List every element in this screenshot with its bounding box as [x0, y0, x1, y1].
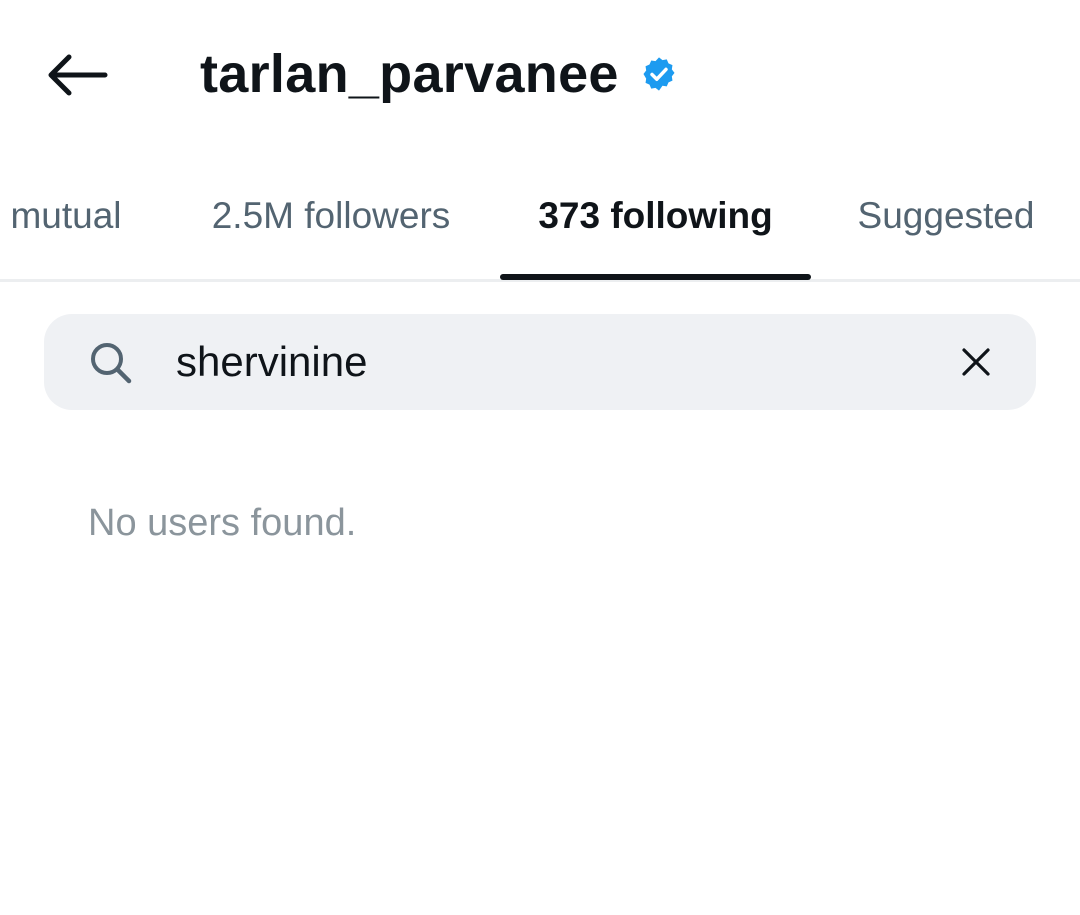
verified-badge-icon — [639, 54, 679, 94]
profile-header: tarlan_parvanee — [200, 38, 679, 110]
tab-following[interactable]: 373 following — [500, 150, 811, 282]
page-title: tarlan_parvanee — [200, 44, 619, 104]
search-bar[interactable] — [44, 314, 1036, 410]
tab-bar: mutual 2.5M followers 373 following Sugg… — [0, 150, 1080, 282]
back-button[interactable] — [38, 40, 116, 110]
active-tab-indicator — [500, 274, 811, 280]
tab-suggested[interactable]: Suggested — [832, 150, 1060, 282]
search-input[interactable] — [176, 330, 936, 394]
close-icon[interactable] — [956, 342, 996, 382]
search-icon — [91, 343, 132, 384]
arrow-left-icon — [48, 54, 108, 96]
top-bar: tarlan_parvanee — [0, 0, 1080, 150]
tab-mutual[interactable]: mutual — [0, 150, 146, 282]
empty-results-message: No users found. — [88, 502, 357, 544]
tab-followers[interactable]: 2.5M followers — [180, 150, 482, 282]
